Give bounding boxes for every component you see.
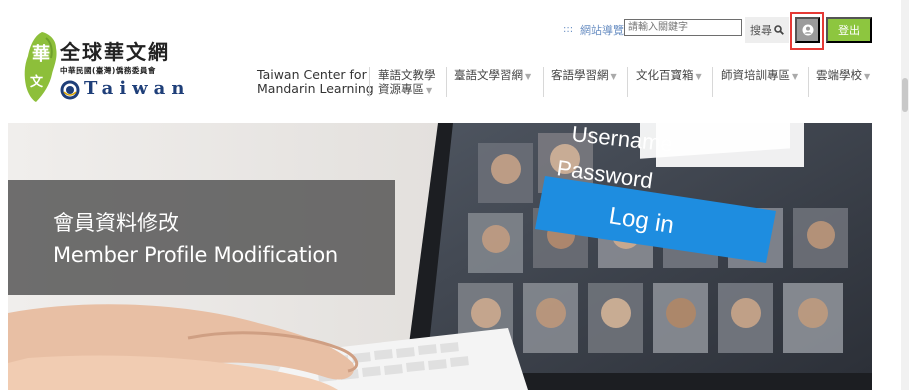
nav-item-culture[interactable]: 文化百寶箱 ▼ [636, 68, 702, 84]
caret-down-icon: ▼ [792, 72, 799, 81]
caret-down-icon: ▼ [695, 72, 702, 81]
nav-divider [712, 67, 713, 97]
nav-divider [369, 67, 370, 97]
nav-brand[interactable]: Taiwan Center for Mandarin Learning [257, 68, 374, 96]
nav-item-label: 華語文教學 [378, 68, 436, 82]
logo-badge-char-2: 文 [30, 74, 44, 90]
page-title: 會員資料修改 [53, 211, 179, 235]
nav-divider [627, 67, 628, 97]
caret-down-icon: ▼ [864, 72, 871, 81]
nav-item-label: 師資培訓專區 [721, 68, 790, 82]
nav-item-cloud-school[interactable]: 雲端學校 ▼ [816, 68, 870, 84]
caret-down-icon: ▼ [426, 86, 433, 95]
site-logo[interactable]: 華 文 全球華文網 中華民國(臺灣)僑務委員會 Taiwan [18, 30, 198, 108]
logo-english: Taiwan [84, 78, 191, 99]
logo-subtitle: 中華民國(臺灣)僑務委員會 [60, 66, 156, 75]
nav-item-label: 客語學習網 [551, 68, 609, 82]
nav-item-taiwanese[interactable]: 臺語文學習網 ▼ [454, 68, 531, 84]
logo-title: 全球華文網 [60, 40, 170, 64]
logout-button[interactable]: 登出 [826, 17, 872, 43]
nav-divider [808, 67, 809, 97]
nav-item-label: 臺語文學習網 [454, 68, 523, 82]
site-header: 華 文 全球華文網 中華民國(臺灣)僑務委員會 Taiwan ::: 網站導覽 … [0, 0, 909, 118]
nav-divider [446, 67, 447, 97]
nav-item-label: 雲端學校 [816, 68, 862, 82]
highlight-box [790, 12, 824, 50]
nav-brand-line1: Taiwan Center for [257, 67, 367, 82]
search-button-label: 搜尋 [750, 25, 772, 37]
emblem-icon [60, 80, 80, 100]
nav-item-teaching-resources[interactable]: 華語文教學 資源專區 ▼ [378, 68, 436, 98]
page-scrollbar[interactable] [901, 0, 909, 390]
nav-item-label-line2: 資源專區 [378, 82, 424, 96]
search-input[interactable] [624, 19, 742, 36]
scrollbar-thumb[interactable] [902, 78, 908, 112]
page-title-english: Member Profile Modification [53, 243, 338, 267]
nav-brand-line2: Mandarin Learning [257, 81, 374, 96]
taiwan-map-icon: 華 文 [24, 32, 57, 102]
search-button[interactable]: 搜尋 [745, 17, 789, 43]
nav-item-label: 文化百寶箱 [636, 68, 694, 82]
sitemap-icon: ::: [563, 24, 574, 35]
caret-down-icon: ▼ [610, 72, 617, 81]
nav-item-hakka[interactable]: 客語學習網 ▼ [551, 68, 617, 84]
logo-badge-char: 華 [32, 43, 50, 65]
search-icon [774, 25, 784, 35]
sitemap-link[interactable]: 網站導覽 [580, 22, 624, 38]
hero-title-band [8, 180, 395, 295]
nav-item-teacher-training[interactable]: 師資培訓專區 ▼ [721, 68, 798, 84]
hero-banner: Username Password Log in 會員資料修改 Member P… [8, 123, 872, 390]
caret-down-icon: ▼ [525, 72, 532, 81]
nav-divider [543, 67, 544, 97]
